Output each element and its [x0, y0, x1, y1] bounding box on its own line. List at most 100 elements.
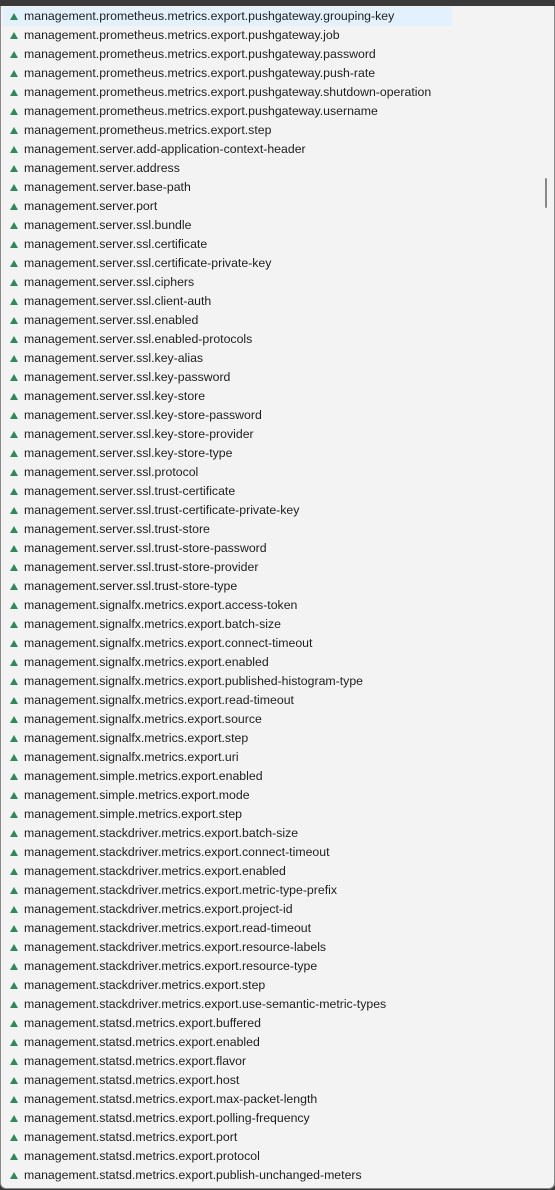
suggestion-item[interactable]: management.stackdriver.metrics.export.re…: [1, 957, 541, 976]
property-triangle-icon: [10, 1096, 18, 1103]
suggestion-item[interactable]: management.simple.metrics.export.mode: [1, 786, 541, 805]
suggestion-label: management.signalfx.metrics.export.step: [24, 731, 249, 745]
suggestion-item[interactable]: management.stackdriver.metrics.export.us…: [1, 995, 541, 1014]
suggestion-label: management.prometheus.metrics.export.pus…: [24, 9, 395, 23]
suggestion-item[interactable]: management.server.ssl.client-auth: [1, 292, 541, 311]
suggestion-item[interactable]: management.signalfx.metrics.export.uri: [1, 748, 541, 767]
property-triangle-icon: [10, 488, 18, 495]
suggestion-item[interactable]: management.statsd.metrics.export.host: [1, 1071, 541, 1090]
suggestion-item[interactable]: management.signalfx.metrics.export.batch…: [1, 615, 541, 634]
suggestion-label: management.statsd.metrics.export.protoco…: [24, 1149, 260, 1163]
suggestion-item[interactable]: management.simple.metrics.export.enabled: [1, 767, 541, 786]
suggestion-item[interactable]: management.statsd.metrics.export.flavor: [1, 1052, 541, 1071]
suggestion-item[interactable]: management.server.ssl.trust-certificate: [1, 482, 541, 501]
scrollbar-thumb[interactable]: [545, 178, 547, 208]
suggestion-item[interactable]: management.prometheus.metrics.export.pus…: [1, 102, 541, 121]
suggestion-item[interactable]: management.prometheus.metrics.export.pus…: [1, 83, 541, 102]
suggestion-item[interactable]: management.stackdriver.metrics.export.re…: [1, 938, 541, 957]
suggestion-item[interactable]: management.signalfx.metrics.export.publi…: [1, 672, 541, 691]
suggestion-item[interactable]: management.server.ssl.certificate: [1, 235, 541, 254]
suggestion-item[interactable]: management.stackdriver.metrics.export.co…: [1, 843, 541, 862]
suggestion-label: management.stackdriver.metrics.export.us…: [24, 997, 387, 1011]
property-triangle-icon: [10, 1172, 18, 1179]
property-triangle-icon: [10, 469, 18, 476]
suggestion-item[interactable]: management.server.ssl.ciphers: [1, 273, 541, 292]
suggestion-label: management.signalfx.metrics.export.uri: [24, 750, 239, 764]
suggestion-item[interactable]: management.server.ssl.key-store: [1, 387, 541, 406]
suggestion-label: management.server.ssl.key-store-type: [24, 446, 233, 460]
suggestion-item[interactable]: management.server.ssl.key-password: [1, 368, 541, 387]
suggestion-label: management.signalfx.metrics.export.read-…: [24, 693, 294, 707]
suggestion-label: management.server.ssl.client-auth: [24, 294, 212, 308]
suggestion-label: management.server.ssl.enabled-protocols: [24, 332, 253, 346]
suggestion-item[interactable]: management.server.ssl.protocol: [1, 463, 541, 482]
suggestion-item[interactable]: management.signalfx.metrics.export.step: [1, 729, 541, 748]
property-triangle-icon: [10, 526, 18, 533]
property-triangle-icon: [10, 355, 18, 362]
suggestion-item[interactable]: management.server.ssl.certificate-privat…: [1, 254, 541, 273]
suggestion-label: management.statsd.metrics.export.enabled: [24, 1035, 260, 1049]
property-triangle-icon: [10, 450, 18, 457]
property-triangle-icon: [10, 1058, 18, 1065]
suggestion-item[interactable]: management.server.ssl.enabled-protocols: [1, 330, 541, 349]
suggestion-item[interactable]: management.stackdriver.metrics.export.en…: [1, 862, 541, 881]
property-triangle-icon: [10, 811, 18, 818]
suggestion-item[interactable]: management.prometheus.metrics.export.pus…: [1, 64, 541, 83]
suggestion-item[interactable]: management.server.base-path: [1, 178, 541, 197]
property-triangle-icon: [10, 621, 18, 628]
suggestion-item[interactable]: management.server.ssl.trust-store-provid…: [1, 558, 541, 577]
suggestion-item[interactable]: management.stackdriver.metrics.export.st…: [1, 976, 541, 995]
suggestion-item[interactable]: management.simple.metrics.export.step: [1, 805, 541, 824]
suggestion-item[interactable]: management.statsd.metrics.export.polling…: [1, 1109, 541, 1128]
suggestion-item[interactable]: management.statsd.metrics.export.publish…: [1, 1166, 541, 1185]
suggestion-item[interactable]: management.server.ssl.enabled: [1, 311, 541, 330]
suggestion-item[interactable]: management.prometheus.metrics.export.pus…: [1, 26, 541, 45]
suggestion-item[interactable]: management.server.ssl.trust-certificate-…: [1, 501, 541, 520]
property-triangle-icon: [10, 317, 18, 324]
suggestion-item[interactable]: management.server.ssl.key-alias: [1, 349, 541, 368]
suggestion-item[interactable]: management.statsd.metrics.export.max-pac…: [1, 1090, 541, 1109]
suggestion-item[interactable]: management.signalfx.metrics.export.enabl…: [1, 653, 541, 672]
suggestion-item[interactable]: management.server.ssl.key-store-password: [1, 406, 541, 425]
property-triangle-icon: [10, 13, 18, 20]
property-triangle-icon: [10, 868, 18, 875]
property-triangle-icon: [10, 545, 18, 552]
suggestion-item[interactable]: management.server.address: [1, 159, 541, 178]
suggestion-item[interactable]: management.stackdriver.metrics.export.me…: [1, 881, 541, 900]
suggestion-item[interactable]: management.statsd.metrics.export.protoco…: [1, 1147, 541, 1166]
suggestion-label: management.server.ssl.key-alias: [24, 351, 204, 365]
suggestion-item[interactable]: management.server.ssl.trust-store-type: [1, 577, 541, 596]
suggestion-item[interactable]: management.server.port: [1, 197, 541, 216]
suggestion-item-selected[interactable]: management.prometheus.metrics.export.pus…: [1, 7, 541, 26]
property-triangle-icon: [10, 1115, 18, 1122]
suggestion-item[interactable]: management.server.ssl.bundle: [1, 216, 541, 235]
suggestion-item[interactable]: management.server.ssl.trust-store: [1, 520, 541, 539]
suggestion-item[interactable]: management.prometheus.metrics.export.ste…: [1, 121, 541, 140]
suggestion-item[interactable]: management.signalfx.metrics.export.conne…: [1, 634, 541, 653]
suggestion-item[interactable]: management.signalfx.metrics.export.sourc…: [1, 710, 541, 729]
property-triangle-icon: [10, 374, 18, 381]
suggestion-label: management.server.ssl.enabled: [24, 313, 199, 327]
suggestion-item[interactable]: management.stackdriver.metrics.export.pr…: [1, 900, 541, 919]
suggestion-label: management.simple.metrics.export.step: [24, 807, 243, 821]
suggestion-item[interactable]: management.statsd.metrics.export.buffere…: [1, 1014, 541, 1033]
property-triangle-icon: [10, 412, 18, 419]
suggestion-item[interactable]: management.server.add-application-contex…: [1, 140, 541, 159]
suggestion-item[interactable]: management.statsd.metrics.export.enabled: [1, 1033, 541, 1052]
suggestion-item[interactable]: management.signalfx.metrics.export.acces…: [1, 596, 541, 615]
suggestion-item[interactable]: management.prometheus.metrics.export.pus…: [1, 45, 541, 64]
suggestion-item[interactable]: management.server.ssl.trust-store-passwo…: [1, 539, 541, 558]
suggestion-label: management.stackdriver.metrics.export.ba…: [24, 826, 299, 840]
suggestion-label: management.server.ssl.ciphers: [24, 275, 195, 289]
suggestion-item[interactable]: management.server.ssl.key-store-provider: [1, 425, 541, 444]
suggestion-item[interactable]: management.statsd.metrics.export.port: [1, 1128, 541, 1147]
suggestion-item[interactable]: management.server.ssl.key-store-type: [1, 444, 541, 463]
property-triangle-icon: [10, 906, 18, 913]
suggestion-item[interactable]: management.signalfx.metrics.export.read-…: [1, 691, 541, 710]
suggestion-label: management.statsd.metrics.export.flavor: [24, 1054, 247, 1068]
suggestion-label: management.simple.metrics.export.enabled: [24, 769, 263, 783]
suggestion-item[interactable]: management.stackdriver.metrics.export.ba…: [1, 824, 541, 843]
property-triangle-icon: [10, 716, 18, 723]
suggestion-item[interactable]: management.stackdriver.metrics.export.re…: [1, 919, 541, 938]
autocomplete-suggestion-list: management.prometheus.metrics.export.pus…: [0, 6, 555, 1189]
